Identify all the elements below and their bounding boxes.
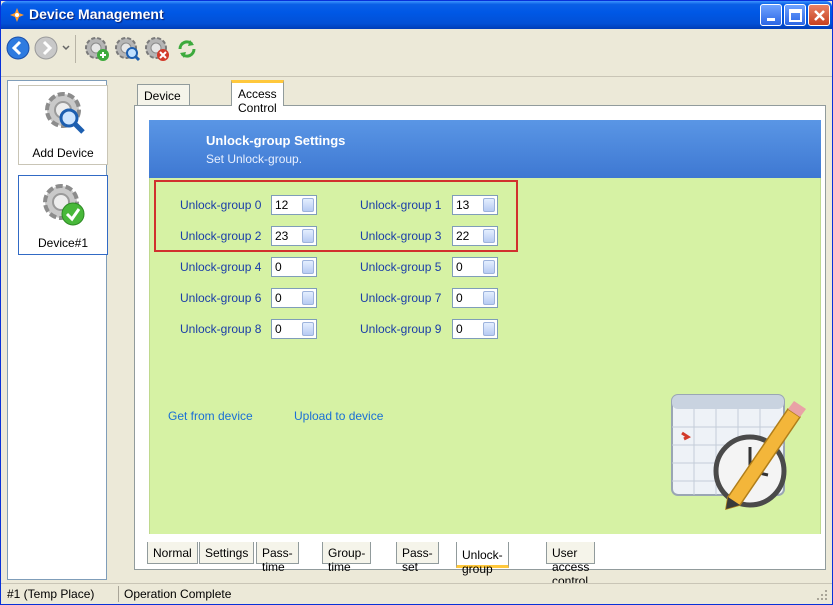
tab-label: Unlock-group (462, 548, 503, 576)
spinner-value: 0 (275, 322, 282, 336)
device-delete-icon[interactable] (143, 35, 171, 63)
spinner-arrows-icon[interactable] (483, 260, 495, 274)
tab-label: User access control (552, 546, 590, 588)
spinner-value: 0 (456, 322, 463, 336)
spinner-value: 0 (275, 260, 282, 274)
tab-pass-time[interactable]: Pass-time (256, 542, 299, 574)
unlock-group-5-spinner[interactable]: 0 (452, 257, 498, 277)
toolbar (1, 29, 832, 77)
unlock-group-7-spinner[interactable]: 0 (452, 288, 498, 308)
device-label: Device#1 (37, 236, 89, 250)
tab-access-control[interactable]: Access Control (231, 80, 284, 115)
tab-group-time[interactable]: Group-time (322, 542, 372, 574)
tab-content: Unlock-group Settings Set Unlock-group. … (134, 105, 826, 570)
spinner-value: 0 (456, 291, 463, 305)
status-message: Operation Complete (124, 587, 232, 601)
spinner-arrows-icon[interactable] (302, 322, 314, 336)
group-label: Unlock-group 4 (180, 260, 262, 274)
device-online-icon (43, 184, 85, 226)
status-bar: #1 (Temp Place) Operation Complete (1, 583, 832, 604)
add-device-label: Add Device (32, 146, 94, 160)
unlock-group-8-spinner[interactable]: 0 (271, 319, 317, 339)
tab-label: Access Control (238, 87, 277, 115)
spinner-value: 0 (456, 260, 463, 274)
resize-grip-icon[interactable] (816, 589, 828, 601)
tab-label: Settings (205, 546, 249, 560)
spinner-value: 0 (275, 291, 282, 305)
close-button[interactable] (808, 4, 830, 26)
tab-settings[interactable]: Settings (199, 542, 255, 564)
status-separator (118, 586, 119, 602)
spinner-arrows-icon[interactable] (302, 291, 314, 305)
minimize-button[interactable] (760, 4, 782, 26)
spinner-arrows-icon[interactable] (483, 291, 495, 305)
device-add-icon[interactable] (83, 35, 111, 63)
header-band: Unlock-group Settings Set Unlock-group. (149, 120, 821, 178)
tab-label: Normal (153, 546, 192, 560)
unlock-group-9-spinner[interactable]: 0 (452, 319, 498, 339)
chevron-down-icon[interactable] (61, 43, 71, 53)
window-title: Device Management (29, 6, 164, 22)
tab-unlock-group[interactable]: Unlock-group (456, 542, 509, 576)
device-panel: Add Device Device#1 (7, 80, 108, 580)
forward-arrow-icon[interactable] (33, 35, 59, 61)
tab-user-access-control[interactable]: User access control (546, 542, 596, 588)
spinner-arrows-icon[interactable] (302, 260, 314, 274)
unlock-group-4-spinner[interactable]: 0 (271, 257, 317, 277)
highlight-box (154, 180, 518, 252)
app-icon (10, 8, 24, 22)
device-search-icon (45, 92, 85, 134)
device-search-icon[interactable] (113, 35, 141, 63)
back-arrow-icon[interactable] (5, 35, 31, 61)
refresh-icon[interactable] (175, 37, 199, 61)
add-device-button[interactable]: Add Device (18, 85, 108, 165)
group-label: Unlock-group 7 (360, 291, 442, 305)
toolbar-separator (75, 35, 76, 63)
upload-to-device-link[interactable]: Upload to device (294, 409, 383, 423)
page-title: Unlock-group Settings (206, 133, 346, 148)
group-label: Unlock-group 5 (360, 260, 442, 274)
unlock-group-6-spinner[interactable]: 0 (271, 288, 317, 308)
group-label: Unlock-group 8 (180, 322, 262, 336)
title-bar[interactable]: Device Management (1, 1, 832, 29)
device-item[interactable]: Device#1 (18, 175, 108, 255)
page-subtitle: Set Unlock-group. (206, 152, 303, 166)
main-window: Device Management Add Device Device#1 De… (0, 0, 833, 605)
status-place: #1 (Temp Place) (7, 587, 95, 601)
group-label: Unlock-group 9 (360, 322, 442, 336)
calendar-clock-icon (671, 394, 806, 511)
tab-device-control[interactable]: Device Control (137, 84, 190, 117)
maximize-button[interactable] (784, 4, 806, 26)
spinner-arrows-icon[interactable] (483, 322, 495, 336)
tab-normal[interactable]: Normal (147, 542, 198, 564)
tab-pass-set[interactable]: Pass-set (396, 542, 439, 574)
get-from-device-link[interactable]: Get from device (168, 409, 253, 423)
group-label: Unlock-group 6 (180, 291, 262, 305)
